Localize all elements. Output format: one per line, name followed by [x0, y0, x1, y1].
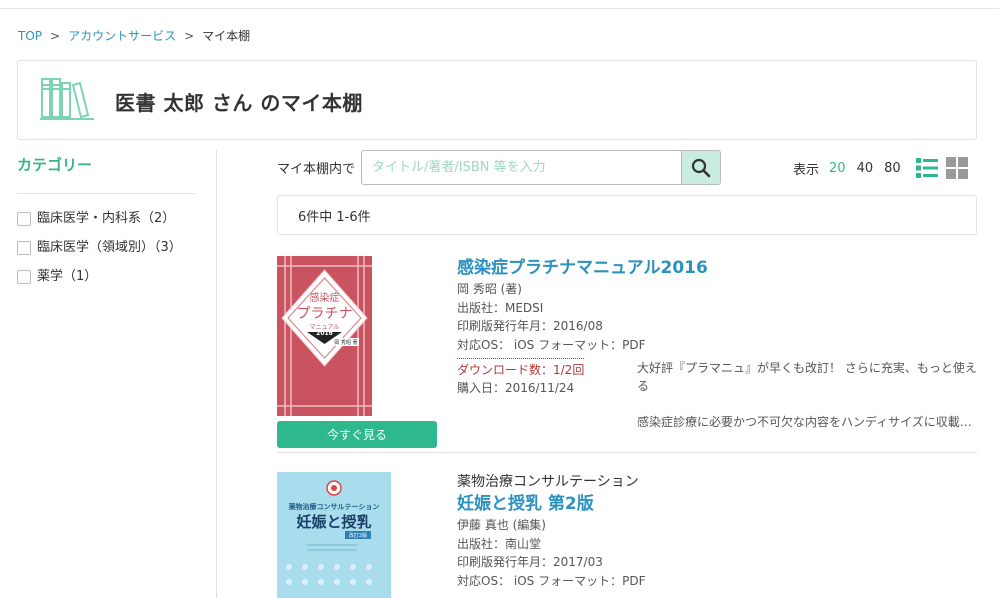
book-item: 薬物治療コンサルテーション 妊娠と授乳 改訂2版 薬物治療コンサルテーション 妊… — [277, 472, 977, 598]
top-bar — [0, 0, 999, 9]
book-item: 感染症 プラチナ マニュアル 2016 岡 秀昭 著 今すぐ見る 感染症プラチナ… — [277, 256, 977, 453]
book-series: 薬物治療コンサルテーション — [457, 474, 639, 490]
display-label: 表示 — [793, 162, 820, 178]
book-publisher: 出版社：南山堂 — [457, 536, 542, 551]
cover-author-text: 岡 秀昭 著 — [334, 339, 357, 346]
result-count: 6件中 1-6件 — [277, 195, 977, 235]
cover-top-text: 感染症 — [310, 291, 340, 304]
book-publisher: 出版社：MEDSI — [457, 300, 544, 315]
category-checkbox[interactable] — [17, 241, 31, 255]
book-description: 大好評『プラマニュ』が早くも改訂！ さらに充実、もっと使える — [637, 361, 977, 393]
download-count: ダウンロード数：1/2回 — [457, 358, 585, 379]
grid-view-icon[interactable] — [945, 157, 968, 179]
search-label: マイ本棚内で — [277, 162, 356, 177]
breadcrumb-separator: > — [184, 28, 195, 43]
page-title: 医書 太郎 さん のマイ本棚 — [115, 91, 363, 115]
breadcrumb-top-link[interactable]: TOP — [18, 29, 42, 43]
category-sidebar: カテゴリー 臨床医学・内科系（2） 臨床医学（領域別）（3） 薬学（1） — [17, 150, 217, 598]
search-button[interactable] — [681, 150, 722, 185]
category-list: 臨床医学・内科系（2） 臨床医学（領域別）（3） 薬学（1） — [17, 208, 197, 295]
category-label: 臨床医学・内科系（2） — [37, 211, 176, 226]
cover-main-text: 妊娠と授乳 — [296, 513, 371, 531]
breadcrumb-account-link[interactable]: アカウントサービス — [68, 27, 176, 44]
book-author: 岡 秀昭 (著) — [457, 282, 522, 296]
category-title: カテゴリー — [17, 156, 93, 174]
cover-main-text: プラチナ — [297, 306, 353, 322]
per-page-80[interactable]: 80 — [884, 161, 901, 176]
book-os-format: 対応OS： iOS フォーマット：PDF — [457, 337, 646, 352]
book-title-link[interactable]: 感染症プラチナマニュアル2016 — [457, 256, 977, 280]
result-count-text: 6件中 1-6件 — [298, 209, 371, 225]
breadcrumb-current: マイ本棚 — [202, 29, 251, 43]
search-bar: マイ本棚内で — [277, 150, 722, 185]
search-icon — [691, 158, 711, 177]
category-item[interactable]: 薬学（1） — [17, 266, 197, 287]
book-cover[interactable]: 感染症 プラチナ マニュアル 2016 岡 秀昭 著 — [277, 256, 372, 416]
book-title-link[interactable]: 妊娠と授乳 第2版 — [457, 492, 977, 516]
read-now-button[interactable]: 今すぐ見る — [277, 421, 437, 448]
shelf-header: 医書 太郎 さん のマイ本棚 — [17, 60, 977, 140]
category-divider — [17, 193, 195, 194]
category-label: 臨床医学（領域別）（3） — [37, 240, 182, 255]
search-input[interactable] — [361, 150, 682, 185]
cover-edition-text: 改訂2版 — [349, 532, 367, 539]
cover-series-text: 薬物治療コンサルテーション — [288, 502, 380, 511]
list-view-icon[interactable] — [915, 157, 938, 179]
book-meta: 薬物治療コンサルテーション 妊娠と授乳 第2版 伊藤 真也 (編集) 出版社：南… — [457, 472, 977, 590]
book-os-format: 対応OS： iOS フォーマット：PDF — [457, 573, 646, 588]
category-checkbox[interactable] — [17, 212, 31, 226]
category-label: 薬学（1） — [37, 269, 98, 284]
breadcrumb: TOP > アカウントサービス > マイ本棚 — [18, 27, 250, 44]
book-author: 伊藤 真也 (編集) — [457, 518, 546, 532]
category-checkbox[interactable] — [17, 270, 31, 284]
breadcrumb-separator: > — [50, 28, 61, 43]
category-item[interactable]: 臨床医学・内科系（2） — [17, 208, 197, 229]
category-item[interactable]: 臨床医学（領域別）（3） — [17, 237, 197, 258]
book-print-date: 印刷版発行年月：2017/03 — [457, 555, 603, 569]
book-description-detail: 感染症診療に必要かつ不可欠な内容をハンディサイズに収載… — [637, 415, 972, 429]
display-options: 表示 20 40 80 — [793, 155, 968, 181]
cover-year-text: 2016 — [316, 330, 333, 337]
bookshelf-icon — [40, 78, 94, 120]
book-cover[interactable]: 薬物治療コンサルテーション 妊娠と授乳 改訂2版 — [277, 472, 391, 598]
per-page-40[interactable]: 40 — [857, 161, 874, 176]
per-page-20[interactable]: 20 — [829, 161, 846, 176]
book-print-date: 印刷版発行年月：2016/08 — [457, 319, 603, 333]
